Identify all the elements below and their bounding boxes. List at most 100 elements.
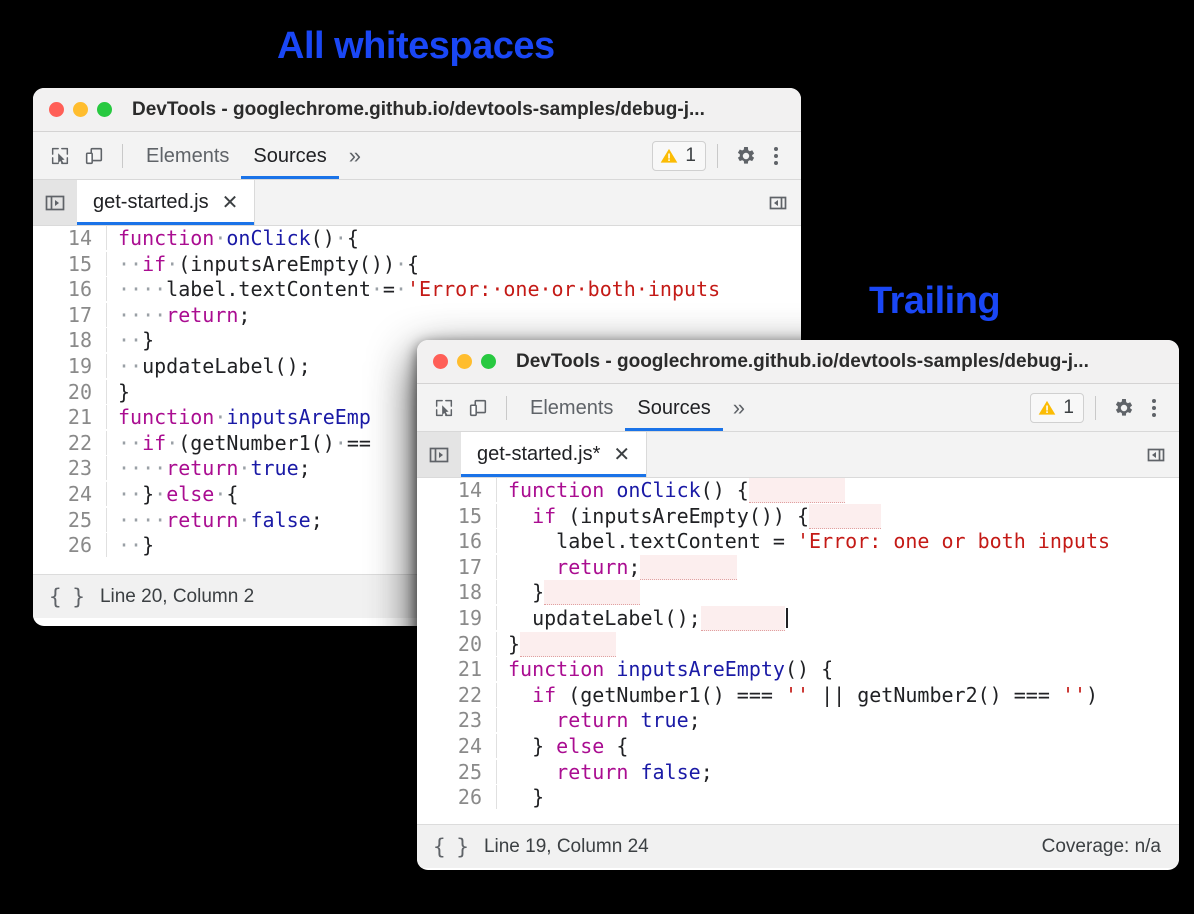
code-line[interactable]: 23 return true; bbox=[417, 708, 1179, 734]
code-line[interactable]: 14function onClick() { bbox=[417, 478, 1179, 504]
code-editor-trailing[interactable]: 14function onClick() { 15 if (inputsAreE… bbox=[417, 478, 1179, 824]
show-navigator-icon[interactable] bbox=[33, 180, 77, 225]
close-icon[interactable]: ✕ bbox=[222, 193, 239, 213]
device-toolbar-icon[interactable] bbox=[461, 391, 495, 425]
line-number: 21 bbox=[417, 657, 497, 681]
code-token bbox=[508, 555, 556, 579]
tab-sources[interactable]: Sources bbox=[241, 133, 338, 179]
code-token: false bbox=[640, 760, 700, 784]
line-number: 24 bbox=[417, 734, 497, 758]
warning-count: 1 bbox=[685, 145, 696, 167]
traffic-lights[interactable] bbox=[49, 102, 112, 117]
code-token: { bbox=[604, 734, 628, 758]
device-toolbar-icon[interactable] bbox=[77, 139, 111, 173]
minimize-window-button[interactable] bbox=[73, 102, 88, 117]
code-token: · bbox=[214, 226, 226, 250]
code-line[interactable]: 24 } else { bbox=[417, 734, 1179, 760]
code-line[interactable]: 22 if (getNumber1() === '' || getNumber2… bbox=[417, 683, 1179, 709]
code-token: if bbox=[142, 431, 166, 455]
kebab-menu-icon[interactable] bbox=[763, 141, 789, 171]
close-window-button[interactable] bbox=[49, 102, 64, 117]
code-line[interactable]: 20} bbox=[417, 632, 1179, 658]
code-token: else bbox=[556, 734, 604, 758]
inspect-element-icon[interactable] bbox=[43, 139, 77, 173]
code-token: updateLabel(); bbox=[508, 606, 701, 630]
gear-icon[interactable] bbox=[1107, 391, 1141, 425]
code-token: · bbox=[371, 277, 383, 301]
line-number: 22 bbox=[33, 431, 107, 455]
code-line[interactable]: 19 updateLabel(); bbox=[417, 606, 1179, 632]
code-token: } bbox=[118, 380, 130, 404]
file-tab-get-started-js[interactable]: get-started.js* ✕ bbox=[461, 432, 647, 477]
code-token: or bbox=[552, 277, 576, 301]
code-token: ()) bbox=[359, 252, 395, 276]
close-window-button[interactable] bbox=[433, 354, 448, 369]
line-number: 23 bbox=[33, 456, 107, 480]
code-line[interactable]: 25 return false; bbox=[417, 760, 1179, 786]
code-line[interactable]: 21function inputsAreEmpty() { bbox=[417, 657, 1179, 683]
toolbar-divider-2 bbox=[717, 144, 718, 168]
code-line[interactable]: 18 } bbox=[417, 580, 1179, 606]
maximize-window-button[interactable] bbox=[481, 354, 496, 369]
code-token: } bbox=[508, 632, 520, 656]
line-number: 20 bbox=[417, 632, 497, 656]
code-token: inputsAreEmp bbox=[226, 405, 371, 429]
maximize-window-button[interactable] bbox=[97, 102, 112, 117]
line-content: return false; bbox=[497, 760, 1179, 784]
code-line[interactable]: 26 } bbox=[417, 785, 1179, 811]
code-token: ; bbox=[689, 708, 701, 732]
code-line[interactable]: 16 label.textContent = 'Error: one or bo… bbox=[417, 529, 1179, 555]
line-content: function·onClick()·{ bbox=[107, 226, 801, 250]
line-number: 24 bbox=[33, 482, 107, 506]
code-token: true bbox=[640, 708, 688, 732]
inspect-element-icon[interactable] bbox=[427, 391, 461, 425]
more-tabs-chevron-icon[interactable]: » bbox=[723, 395, 755, 421]
tab-elements[interactable]: Elements bbox=[134, 133, 241, 179]
trailing-whitespace bbox=[809, 504, 881, 529]
more-tabs-chevron-icon[interactable]: » bbox=[339, 143, 371, 169]
tab-sources[interactable]: Sources bbox=[625, 385, 722, 431]
code-line[interactable]: 16····label.textContent·=·'Error:·one·or… bbox=[33, 277, 801, 303]
line-number: 18 bbox=[417, 580, 497, 604]
line-content: updateLabel(); bbox=[497, 606, 1179, 630]
line-content: } bbox=[497, 785, 1179, 809]
line-content: function inputsAreEmpty() { bbox=[497, 657, 1179, 681]
code-token: } bbox=[508, 580, 544, 604]
file-tab-get-started-js[interactable]: get-started.js ✕ bbox=[77, 180, 255, 225]
show-debugger-sidebar-icon[interactable] bbox=[1133, 432, 1179, 477]
file-tab-label: get-started.js* bbox=[477, 443, 600, 466]
line-content: if (getNumber1() === '' || getNumber2() … bbox=[497, 683, 1179, 707]
line-content: } bbox=[497, 632, 1179, 656]
tab-elements[interactable]: Elements bbox=[518, 385, 625, 431]
text-caret bbox=[786, 608, 788, 628]
show-debugger-sidebar-icon[interactable] bbox=[755, 180, 801, 225]
line-number: 15 bbox=[417, 504, 497, 528]
code-line[interactable]: 17 return; bbox=[417, 555, 1179, 581]
devtools-window-trailing[interactable]: DevTools - googlechrome.github.io/devtoo… bbox=[417, 340, 1179, 870]
code-line[interactable]: 15 if (inputsAreEmpty()) { bbox=[417, 504, 1179, 530]
traffic-lights[interactable] bbox=[433, 354, 496, 369]
minimize-window-button[interactable] bbox=[457, 354, 472, 369]
title-bar: DevTools - googlechrome.github.io/devtoo… bbox=[417, 340, 1179, 384]
pretty-print-icon[interactable]: { } bbox=[433, 835, 468, 859]
pretty-print-icon[interactable]: { } bbox=[49, 585, 84, 609]
warning-badge[interactable]: 1 bbox=[652, 141, 706, 171]
code-line[interactable]: 14function·onClick()·{ bbox=[33, 226, 801, 252]
file-tab-label: get-started.js bbox=[93, 191, 209, 214]
line-number: 17 bbox=[33, 303, 107, 327]
code-token: · bbox=[539, 277, 551, 301]
close-icon[interactable]: ✕ bbox=[613, 445, 630, 465]
devtools-toolbar: Elements Sources » 1 bbox=[33, 132, 801, 180]
show-navigator-icon[interactable] bbox=[417, 432, 461, 477]
code-token: ·· bbox=[118, 328, 142, 352]
gear-icon[interactable] bbox=[729, 139, 763, 173]
code-line[interactable]: 15··if·(inputsAreEmpty())·{ bbox=[33, 252, 801, 278]
kebab-menu-icon[interactable] bbox=[1141, 393, 1167, 423]
line-content: function onClick() { bbox=[497, 478, 1179, 502]
warning-badge[interactable]: 1 bbox=[1030, 393, 1084, 423]
code-line[interactable]: 17····return; bbox=[33, 303, 801, 329]
code-token: · bbox=[335, 226, 347, 250]
line-number: 18 bbox=[33, 328, 107, 352]
line-number: 21 bbox=[33, 405, 107, 429]
code-token: 'Error: bbox=[407, 277, 491, 301]
